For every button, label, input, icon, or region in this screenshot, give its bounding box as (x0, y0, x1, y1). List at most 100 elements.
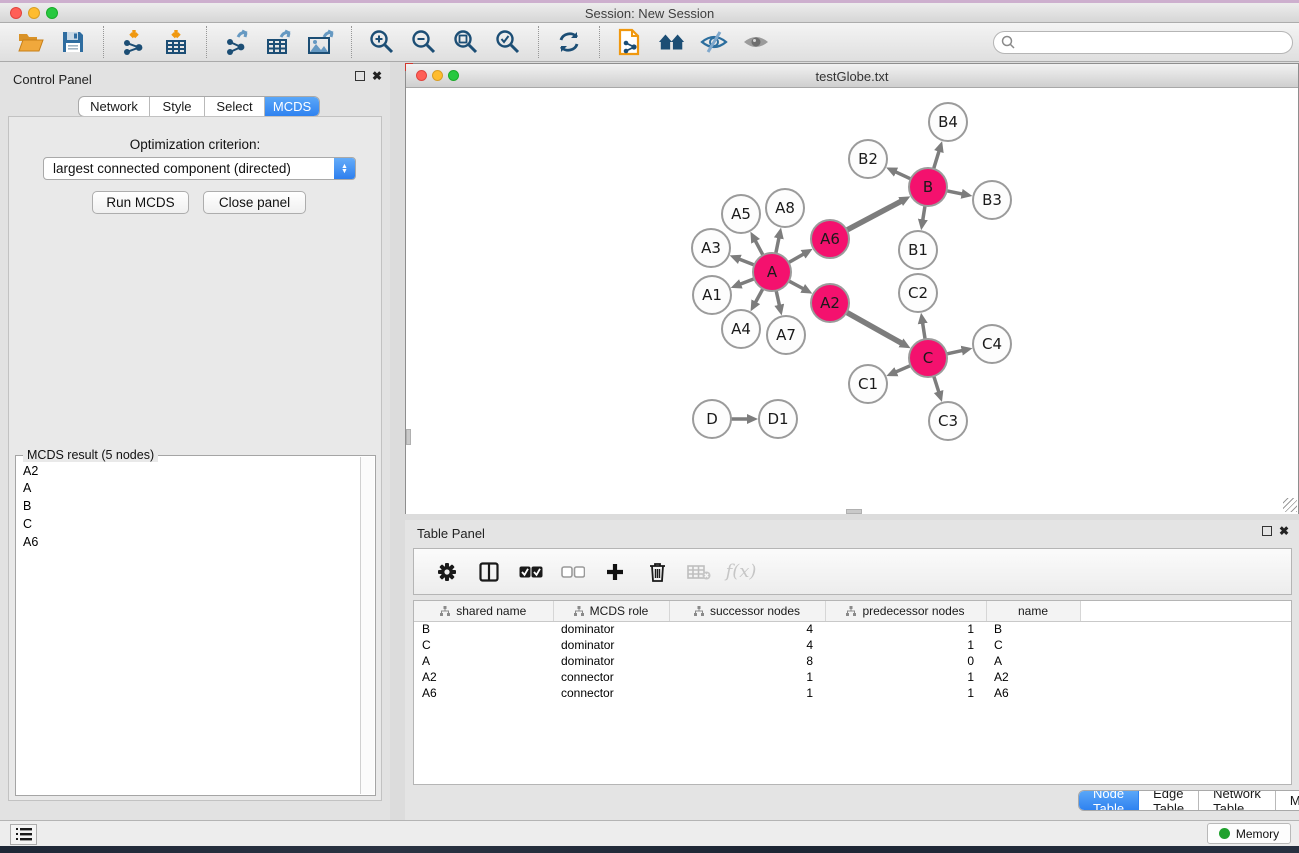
graph-edge-B-B1[interactable] (923, 206, 925, 221)
home-view-icon[interactable] (658, 28, 686, 56)
graph-edge-A-A7[interactable] (776, 291, 779, 306)
graph-node-A4[interactable]: A4 (722, 310, 760, 348)
window-resize-grip[interactable] (1283, 498, 1297, 512)
graph-node-A2[interactable]: A2 (811, 284, 849, 322)
mcds-result-item[interactable]: A2 (17, 462, 360, 480)
mcds-result-item[interactable]: C (17, 516, 360, 534)
close-panel-icon[interactable]: ✖ (372, 71, 382, 81)
export-network-icon[interactable] (223, 28, 251, 56)
tab-style[interactable]: Style (150, 97, 205, 116)
graph-edge-A-A5[interactable] (755, 240, 763, 255)
mcds-result-item[interactable]: B (17, 498, 360, 516)
tab-select[interactable]: Select (205, 97, 265, 116)
mcds-result-item[interactable]: A6 (17, 534, 360, 552)
column-header-shared-name[interactable]: shared name (414, 601, 553, 621)
delete-table-icon[interactable] (686, 559, 712, 585)
tab-network-table[interactable]: Network Table (1199, 791, 1276, 810)
mcds-result-item[interactable]: A (17, 480, 360, 498)
tab-network[interactable]: Network (79, 97, 150, 116)
zoom-in-icon[interactable] (368, 28, 396, 56)
select-all-icon[interactable] (518, 559, 544, 585)
export-table-icon[interactable] (265, 28, 293, 56)
graph-edge-B-B3[interactable] (947, 191, 963, 194)
graph-node-B2[interactable]: B2 (849, 140, 887, 178)
save-session-icon[interactable] (59, 28, 87, 56)
graph-node-D1[interactable]: D1 (759, 400, 797, 438)
graph-edge-B-B2[interactable] (895, 172, 911, 179)
zoom-selected-icon[interactable] (494, 28, 522, 56)
graph-node-B[interactable]: B (909, 168, 947, 206)
export-image-icon[interactable] (307, 28, 335, 56)
graph-node-A5[interactable]: A5 (722, 195, 760, 233)
graph-edge-A-A6[interactable] (789, 254, 804, 263)
graph-node-A[interactable]: A (753, 253, 791, 291)
graph-node-B4[interactable]: B4 (929, 103, 967, 141)
tab-edge-table[interactable]: Edge Table (1139, 791, 1199, 810)
graph-node-A3[interactable]: A3 (692, 229, 730, 267)
table-row[interactable]: Bdominator41B (414, 621, 1291, 637)
graph-edge-C-C4[interactable] (947, 350, 963, 354)
close-panel-button[interactable]: Close panel (203, 191, 306, 214)
graph-edge-A2-C[interactable] (847, 312, 902, 343)
graph-node-A7[interactable]: A7 (767, 316, 805, 354)
graph-node-C[interactable]: C (909, 339, 947, 377)
graph-node-C1[interactable]: C1 (849, 365, 887, 403)
memory-button[interactable]: Memory (1207, 823, 1291, 844)
close-panel-icon[interactable]: ✖ (1279, 526, 1289, 536)
float-panel-icon[interactable] (355, 71, 365, 81)
graph-node-C2[interactable]: C2 (899, 274, 937, 312)
network-canvas[interactable]: A A1 A2 A3 A4 A5 A6 A7 A8 B B1 B2 B3 B4 C C1 C2 C3 C4 D D1 (406, 89, 1298, 514)
columns-layout-icon[interactable] (476, 559, 502, 585)
column-header-name[interactable]: name (986, 601, 1080, 621)
column-header-mcds-role[interactable]: MCDS role (553, 601, 669, 621)
hide-eye-icon[interactable] (700, 28, 728, 56)
graph-edge-C-C1[interactable] (896, 366, 911, 373)
float-panel-icon[interactable] (1262, 526, 1272, 536)
table-row[interactable]: A2connector11A2 (414, 669, 1291, 685)
canvas-vertical-scrollbar[interactable] (406, 429, 411, 445)
mcds-result-list[interactable]: A2ABCA6 (17, 462, 360, 794)
network-document-icon[interactable] (616, 28, 644, 56)
zoom-out-icon[interactable] (410, 28, 438, 56)
show-eye-icon[interactable] (742, 28, 770, 56)
graph-node-B3[interactable]: B3 (973, 181, 1011, 219)
close-window-button[interactable] (10, 7, 22, 19)
minimize-window-button[interactable] (28, 7, 40, 19)
maximize-window-button[interactable] (46, 7, 58, 19)
graph-node-A6[interactable]: A6 (811, 220, 849, 258)
graph-edge-C-C2[interactable] (923, 323, 926, 340)
open-session-icon[interactable] (17, 28, 45, 56)
function-builder-icon[interactable]: f(x) (728, 559, 754, 585)
table-row[interactable]: A6connector11A6 (414, 685, 1291, 701)
graph-node-A8[interactable]: A8 (766, 189, 804, 227)
graph-node-B1[interactable]: B1 (899, 231, 937, 269)
run-mcds-button[interactable]: Run MCDS (92, 191, 189, 214)
graph-node-A1[interactable]: A1 (693, 276, 731, 314)
tab-node-table[interactable]: Node Table (1079, 791, 1139, 810)
delete-column-icon[interactable] (644, 559, 670, 585)
import-network-icon[interactable] (120, 28, 148, 56)
column-header-predecessor-nodes[interactable]: predecessor nodes (825, 601, 986, 621)
graph-edge-A-A1[interactable] (740, 279, 754, 284)
graph-node-D[interactable]: D (693, 400, 731, 438)
graph-edge-A-A3[interactable] (739, 259, 754, 265)
graph-edge-C-C3[interactable] (934, 376, 939, 392)
graph-edge-A6-B[interactable] (847, 201, 902, 230)
search-input[interactable] (993, 31, 1293, 54)
table-row[interactable]: Adominator80A (414, 653, 1291, 669)
graph-node-C4[interactable]: C4 (973, 325, 1011, 363)
graph-edge-A-A4[interactable] (755, 289, 763, 303)
tab-motifs[interactable]: Motifs (1276, 791, 1299, 810)
canvas-horizontal-scrollbar[interactable] (846, 509, 862, 514)
add-column-icon[interactable] (602, 559, 628, 585)
criterion-select[interactable]: largest connected component (directed) ▲… (43, 157, 356, 180)
zoom-fit-icon[interactable] (452, 28, 480, 56)
graph-edge-B-B4[interactable] (934, 151, 940, 169)
settings-gear-icon[interactable] (434, 559, 460, 585)
task-history-button[interactable] (10, 824, 37, 845)
refresh-layout-icon[interactable] (555, 28, 583, 56)
deselect-all-icon[interactable] (560, 559, 586, 585)
graph-edge-A-A2[interactable] (789, 281, 804, 289)
graph-node-C3[interactable]: C3 (929, 402, 967, 440)
network-window-titlebar[interactable]: testGlobe.txt (406, 64, 1298, 88)
